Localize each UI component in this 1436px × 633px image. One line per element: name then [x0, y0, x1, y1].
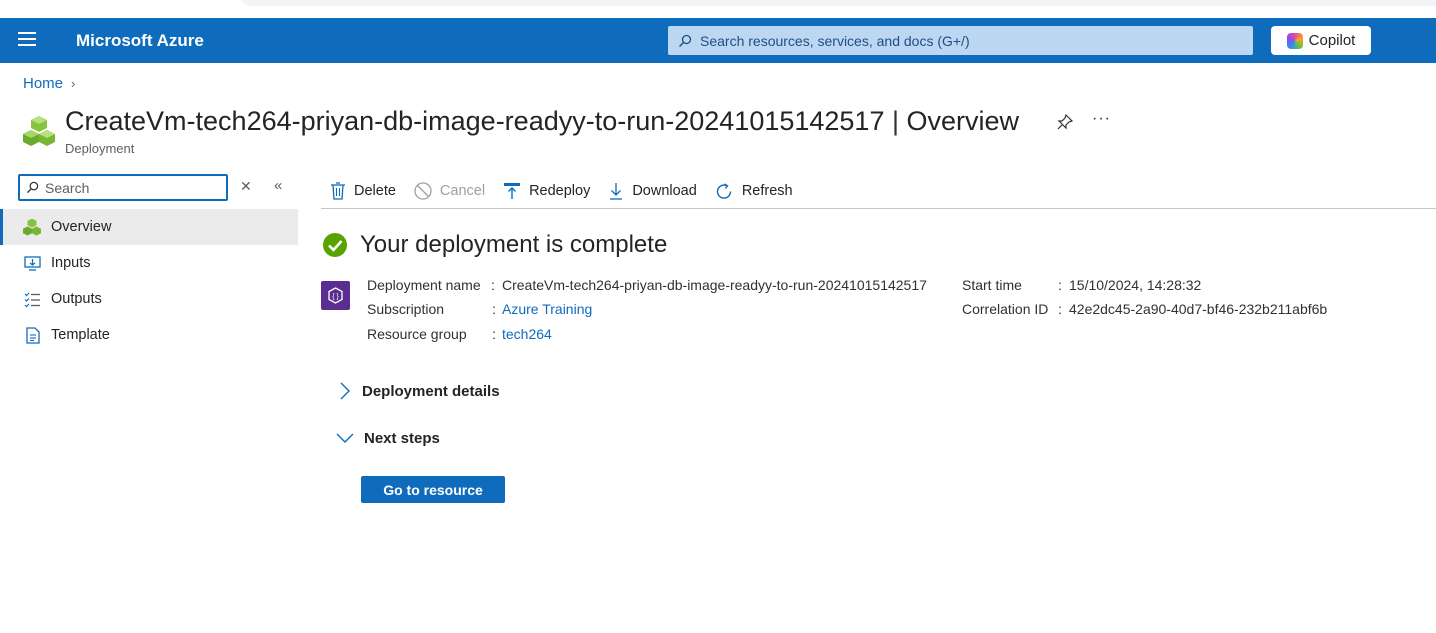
- sidebar-item-label: Outputs: [51, 291, 102, 307]
- deployment-cubes-icon: [23, 116, 55, 146]
- breadcrumb: Home ›: [23, 75, 75, 92]
- deployment-details-toggle[interactable]: Deployment details: [336, 381, 500, 401]
- deployment-resource-icon: { }: [321, 281, 350, 310]
- global-search-placeholder: Search resources, services, and docs (G+…: [700, 32, 970, 49]
- copilot-icon: [1286, 32, 1303, 49]
- redeploy-button[interactable]: Redeploy: [494, 177, 599, 205]
- list-output-icon: [23, 290, 41, 308]
- redeploy-label: Redeploy: [529, 183, 591, 199]
- sidebar-item-template[interactable]: Template: [0, 317, 298, 353]
- collapse-sidebar-icon[interactable]: «: [274, 177, 282, 194]
- download-button[interactable]: Download: [599, 177, 706, 205]
- cancel-button[interactable]: Cancel: [405, 177, 494, 205]
- refresh-button[interactable]: Refresh: [706, 177, 802, 205]
- cancel-label: Cancel: [439, 183, 486, 199]
- download-icon: [610, 183, 623, 200]
- status-title: Your deployment is complete: [360, 231, 668, 258]
- delete-button[interactable]: Delete: [321, 177, 405, 205]
- correlation-id-value: 42e2dc45-2a90-40d7-bf46-232b211abf6b: [1069, 301, 1328, 317]
- more-options-icon[interactable]: ···: [1092, 110, 1111, 128]
- deployment-title: CreateVm-tech264-priyan-db-image-readyy-…: [65, 106, 885, 136]
- chevron-right-icon: [340, 382, 350, 400]
- browser-address-area: [238, 0, 1436, 6]
- resource-group-label: Resource group: [367, 326, 467, 342]
- sidebar-item-outputs[interactable]: Outputs: [0, 281, 298, 317]
- colon-separator: :: [1058, 277, 1062, 293]
- page-title: CreateVm-tech264-priyan-db-image-readyy-…: [65, 106, 1019, 137]
- browser-top-strip: [0, 0, 1436, 18]
- search-icon: [679, 34, 692, 47]
- deployment-cubes-icon: [23, 218, 41, 236]
- start-time-label: Start time: [962, 277, 1022, 293]
- portal-topbar: Microsoft Azure Search resources, servic…: [0, 18, 1436, 63]
- global-search-input[interactable]: Search resources, services, and docs (G+…: [668, 26, 1253, 55]
- sidebar-item-overview[interactable]: Overview: [0, 209, 298, 245]
- trash-icon: [331, 182, 345, 200]
- colon-separator: :: [1058, 301, 1062, 317]
- success-check-icon: [323, 233, 347, 257]
- sidebar-item-label: Template: [51, 327, 110, 343]
- sidebar-item-label: Inputs: [51, 255, 91, 271]
- deployment-status: Your deployment is complete: [322, 231, 667, 259]
- refresh-icon: [716, 182, 732, 199]
- clear-search-icon[interactable]: ✕: [240, 178, 252, 195]
- sidebar-item-label: Overview: [51, 219, 112, 235]
- deployment-name-value: CreateVm-tech264-priyan-db-image-readyy-…: [502, 277, 927, 293]
- breadcrumb-home-link[interactable]: Home: [23, 75, 63, 92]
- colon-separator: :: [492, 326, 496, 342]
- document-template-icon: [23, 326, 41, 344]
- sidebar-item-inputs[interactable]: Inputs: [0, 245, 298, 281]
- cancel-circle-icon: [414, 182, 432, 200]
- svg-text:{ }: { }: [332, 294, 339, 301]
- next-steps-toggle[interactable]: Next steps: [336, 429, 440, 447]
- hamburger-menu-icon[interactable]: [18, 32, 36, 48]
- start-time-value: 15/10/2024, 14:28:32: [1069, 277, 1202, 293]
- copilot-label: Copilot: [1308, 32, 1356, 49]
- next-steps-label: Next steps: [364, 429, 440, 447]
- colon-separator: :: [492, 301, 496, 317]
- chevron-right-icon: ›: [71, 76, 76, 91]
- correlation-id-label: Correlation ID: [962, 301, 1049, 317]
- chevron-down-icon: [336, 433, 354, 443]
- search-icon: [26, 181, 39, 194]
- delete-label: Delete: [354, 183, 396, 199]
- monitor-input-icon: [23, 254, 41, 272]
- command-bar: Delete Cancel Redeploy Download Refresh: [321, 174, 1436, 209]
- pin-icon[interactable]: [1056, 113, 1074, 131]
- refresh-label: Refresh: [741, 183, 793, 199]
- resource-group-link[interactable]: tech264: [502, 326, 552, 342]
- page-subtitle: Deployment: [65, 141, 135, 156]
- sidebar-search-placeholder: Search: [45, 179, 90, 196]
- copilot-button[interactable]: Copilot: [1271, 26, 1371, 55]
- colon-separator: :: [491, 277, 495, 293]
- subscription-link[interactable]: Azure Training: [502, 301, 592, 317]
- deployment-name-label: Deployment name: [367, 277, 481, 293]
- subscription-label: Subscription: [367, 301, 445, 317]
- title-separator: |: [891, 106, 907, 136]
- download-label: Download: [632, 183, 697, 199]
- go-to-resource-button[interactable]: Go to resource: [361, 476, 505, 503]
- deployment-details-label: Deployment details: [362, 382, 500, 400]
- redeploy-icon: [504, 183, 521, 199]
- sidebar-search-input[interactable]: Search: [18, 174, 228, 201]
- section-title: Overview: [906, 106, 1020, 136]
- sidebar-nav: Overview Inputs Outputs Template: [0, 209, 298, 353]
- portal-brand[interactable]: Microsoft Azure: [76, 31, 204, 51]
